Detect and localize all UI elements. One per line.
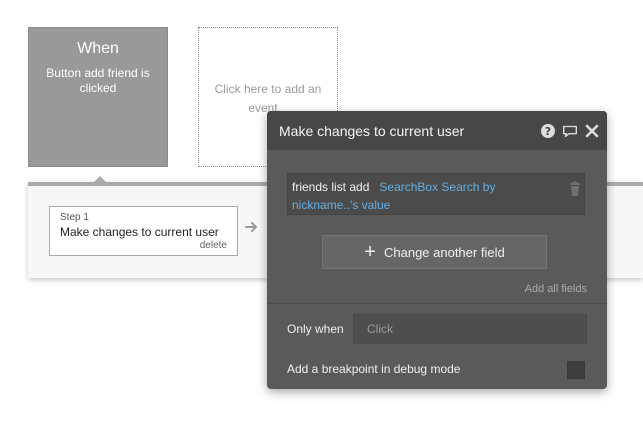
breakpoint-checkbox[interactable] (567, 361, 585, 379)
trash-icon[interactable] (568, 181, 582, 202)
add-all-fields-link[interactable]: Add all fields (525, 283, 587, 295)
field-name: friends list add (292, 180, 370, 194)
only-when-label: Only when (287, 322, 344, 336)
step-card[interactable]: Step 1 Make changes to current user dele… (49, 206, 238, 256)
event-title: When (77, 40, 119, 57)
panel-title: Make changes to current user (279, 123, 465, 139)
breakpoint-label: Add a breakpoint in debug mode (287, 362, 461, 376)
only-when-input[interactable]: Click (353, 314, 587, 344)
step-title: Make changes to current user (60, 225, 219, 239)
divider (267, 303, 607, 304)
arrow-right-icon (244, 219, 260, 240)
step-delete-link[interactable]: delete (200, 240, 227, 251)
change-another-field-button[interactable]: + Change another field (322, 235, 547, 269)
action-property-editor: Make changes to current user ? friends l (267, 111, 607, 389)
plus-icon: + (364, 241, 376, 263)
step-number: Step 1 (60, 212, 89, 223)
panel-header: Make changes to current user ? (267, 111, 607, 150)
event-card[interactable]: When Button add friend is clicked (28, 27, 168, 167)
help-icon[interactable]: ? (539, 123, 557, 139)
event-pointer (93, 176, 107, 183)
change-button-label: Change another field (383, 244, 505, 260)
close-icon[interactable] (583, 123, 601, 139)
field-change-row[interactable]: friends list add SearchBox Search by nic… (287, 173, 585, 215)
event-description: Button add friend is clicked (46, 66, 150, 95)
comment-icon[interactable] (561, 123, 579, 139)
panel-header-icons: ? (539, 123, 601, 139)
svg-text:?: ? (545, 125, 551, 138)
